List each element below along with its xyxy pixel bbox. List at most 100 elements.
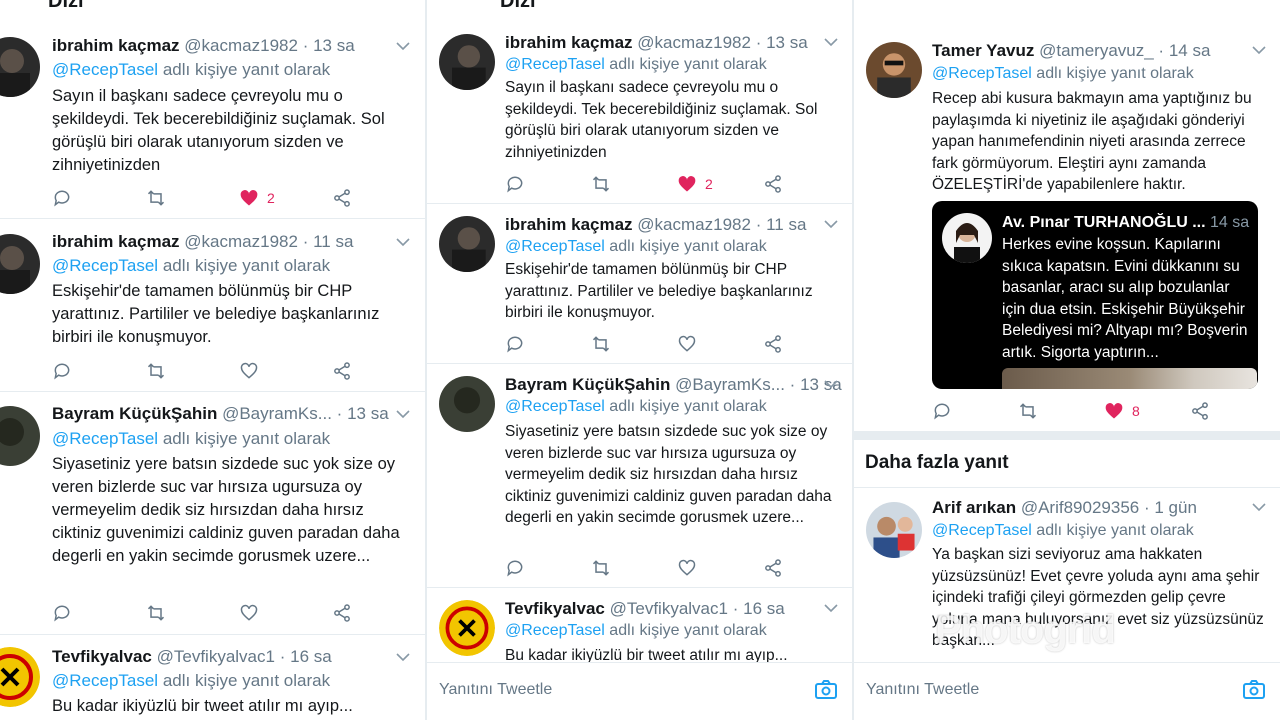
tweet[interactable]: ibrahim kaçmaz @kacmaz1982 · 13 sa @Rece… bbox=[427, 22, 852, 204]
like-button[interactable]: 2 bbox=[239, 186, 275, 210]
composer-placeholder[interactable]: Yanıtını Tweetle bbox=[439, 681, 552, 699]
author-handle[interactable]: @Arif89029356 bbox=[1021, 498, 1139, 517]
avatar[interactable] bbox=[0, 37, 40, 97]
chevron-down-icon[interactable] bbox=[396, 409, 410, 419]
avatar[interactable] bbox=[439, 216, 495, 272]
reply-button[interactable] bbox=[505, 556, 525, 580]
chevron-down-icon[interactable] bbox=[396, 237, 410, 247]
share-button[interactable] bbox=[763, 172, 783, 196]
chevron-down-icon[interactable] bbox=[1252, 45, 1266, 55]
tweet[interactable]: Tevfikyalvac @Tevfikyalvac1 · 16 sa @Rec… bbox=[0, 635, 425, 720]
tweet[interactable]: ibrahim kaçmaz @kacmaz1982 · 13 sa @Rece… bbox=[0, 22, 425, 219]
author-name[interactable]: Tevfikyalvac bbox=[52, 647, 152, 666]
author-name[interactable]: ibrahim kaçmaz bbox=[505, 33, 633, 52]
chevron-down-icon[interactable] bbox=[824, 379, 838, 389]
tweet[interactable]: ibrahim kaçmaz @kacmaz1982 · 11 sa @Rece… bbox=[427, 204, 852, 364]
reply-mention-link[interactable]: @RecepTasel bbox=[505, 56, 605, 73]
avatar[interactable] bbox=[866, 502, 922, 558]
share-button[interactable] bbox=[763, 332, 783, 356]
reply-mention-link[interactable]: @RecepTasel bbox=[52, 429, 158, 448]
author-name[interactable]: Tevfikyalvac bbox=[505, 599, 605, 618]
tweet[interactable]: Arif arıkan @Arif89029356 · 1 gün @Recep… bbox=[854, 488, 1280, 668]
author-name[interactable]: ibrahim kaçmaz bbox=[505, 215, 633, 234]
avatar[interactable] bbox=[439, 600, 495, 656]
timestamp[interactable]: 13 sa bbox=[347, 404, 389, 423]
reply-composer[interactable]: Yanıtını Tweetle bbox=[427, 662, 852, 720]
avatar[interactable] bbox=[866, 42, 922, 98]
retweet-button[interactable] bbox=[146, 359, 166, 383]
tweet[interactable]: Bayram KüçükŞahin @BayramKs... · 13 sa @… bbox=[427, 364, 852, 588]
reply-mention-link[interactable]: @RecepTasel bbox=[505, 238, 605, 255]
author-name[interactable]: Bayram KüçükŞahin bbox=[505, 375, 670, 394]
reply-mention-link[interactable]: @RecepTasel bbox=[505, 398, 605, 415]
reply-composer[interactable]: Yanıtını Tweetle bbox=[854, 662, 1280, 720]
reply-button[interactable] bbox=[505, 172, 525, 196]
camera-icon[interactable] bbox=[814, 678, 838, 702]
avatar[interactable] bbox=[0, 406, 40, 466]
timestamp[interactable]: 11 sa bbox=[313, 232, 353, 251]
like-button[interactable] bbox=[677, 556, 697, 580]
author-handle[interactable]: @BayramKs... bbox=[222, 404, 332, 423]
retweet-button[interactable] bbox=[591, 172, 611, 196]
reply-mention-link[interactable]: @RecepTasel bbox=[52, 60, 158, 79]
retweet-button[interactable] bbox=[1018, 399, 1038, 423]
chevron-down-icon[interactable] bbox=[824, 603, 838, 613]
avatar[interactable] bbox=[439, 34, 495, 90]
share-button[interactable] bbox=[332, 601, 352, 625]
reply-mention-link[interactable]: @RecepTasel bbox=[52, 256, 158, 275]
like-button[interactable] bbox=[239, 359, 259, 383]
author-name[interactable]: Bayram KüçükŞahin bbox=[52, 404, 217, 423]
author-handle[interactable]: @kacmaz1982 bbox=[637, 33, 751, 52]
author-name[interactable]: ibrahim kaçmaz bbox=[52, 232, 180, 251]
quoted-tweet[interactable]: Av. Pınar TURHANOĞLU ... 14 sa Herkes ev… bbox=[932, 201, 1258, 389]
timestamp[interactable]: 13 sa bbox=[766, 33, 808, 52]
like-button[interactable] bbox=[239, 601, 259, 625]
retweet-button[interactable] bbox=[146, 186, 166, 210]
author-handle[interactable]: @BayramKs... bbox=[675, 375, 785, 394]
chevron-down-icon[interactable] bbox=[1252, 502, 1266, 512]
chevron-down-icon[interactable] bbox=[396, 41, 410, 51]
chevron-down-icon[interactable] bbox=[824, 219, 838, 229]
timestamp[interactable]: 11 sa bbox=[766, 215, 806, 234]
author-handle[interactable]: @kacmaz1982 bbox=[184, 36, 298, 55]
retweet-button[interactable] bbox=[591, 332, 611, 356]
tweet[interactable]: Bayram KüçükŞahin @BayramKs... · 13 sa @… bbox=[0, 392, 425, 635]
chevron-down-icon[interactable] bbox=[396, 652, 410, 662]
reply-mention-link[interactable]: @RecepTasel bbox=[932, 65, 1032, 82]
author-handle[interactable]: @Tevfikyalvac1 bbox=[610, 599, 728, 618]
author-name[interactable]: ibrahim kaçmaz bbox=[52, 36, 180, 55]
avatar[interactable] bbox=[439, 376, 495, 432]
tweet[interactable]: ibrahim kaçmaz @kacmaz1982 · 11 sa @Rece… bbox=[0, 219, 425, 392]
reply-button[interactable] bbox=[932, 399, 952, 423]
reply-button[interactable] bbox=[52, 359, 72, 383]
reply-mention-link[interactable]: @RecepTasel bbox=[932, 522, 1032, 539]
chevron-down-icon[interactable] bbox=[824, 37, 838, 47]
reply-mention-link[interactable]: @RecepTasel bbox=[505, 622, 605, 639]
timestamp[interactable]: 16 sa bbox=[290, 647, 332, 666]
reply-button[interactable] bbox=[52, 186, 72, 210]
avatar[interactable] bbox=[0, 234, 40, 294]
retweet-button[interactable] bbox=[146, 601, 166, 625]
avatar[interactable] bbox=[0, 647, 40, 707]
share-button[interactable] bbox=[332, 359, 352, 383]
like-button[interactable]: 8 bbox=[1104, 399, 1140, 423]
reply-button[interactable] bbox=[52, 601, 72, 625]
timestamp[interactable]: 16 sa bbox=[743, 599, 785, 618]
timestamp[interactable]: 1 gün bbox=[1154, 498, 1197, 517]
share-button[interactable] bbox=[763, 556, 783, 580]
retweet-button[interactable] bbox=[591, 556, 611, 580]
author-handle[interactable]: @tameryavuz_ bbox=[1039, 41, 1154, 60]
reply-mention-link[interactable]: @RecepTasel bbox=[52, 671, 158, 690]
author-name[interactable]: Arif arıkan bbox=[932, 498, 1016, 517]
tweet[interactable]: Tamer Yavuz @tameryavuz_ · 14 sa @RecepT… bbox=[854, 30, 1280, 431]
author-handle[interactable]: @kacmaz1982 bbox=[637, 215, 751, 234]
like-button[interactable] bbox=[677, 332, 697, 356]
timestamp[interactable]: 13 sa bbox=[313, 36, 355, 55]
author-name[interactable]: Tamer Yavuz bbox=[932, 41, 1034, 60]
camera-icon[interactable] bbox=[1242, 678, 1266, 702]
author-handle[interactable]: @kacmaz1982 bbox=[184, 232, 298, 251]
like-button[interactable]: 2 bbox=[677, 172, 713, 196]
reply-button[interactable] bbox=[505, 332, 525, 356]
author-handle[interactable]: @Tevfikyalvac1 bbox=[157, 647, 275, 666]
timestamp[interactable]: 14 sa bbox=[1169, 41, 1211, 60]
